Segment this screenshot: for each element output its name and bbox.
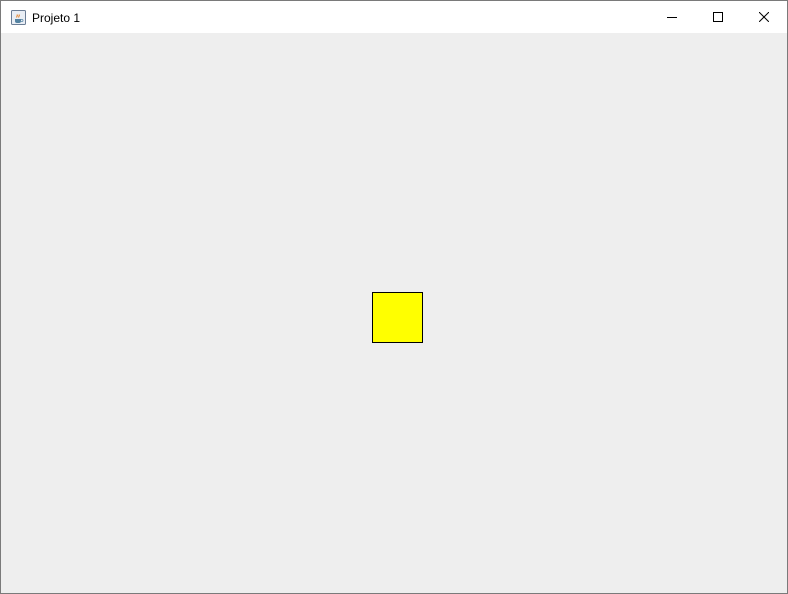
close-button[interactable] xyxy=(741,1,787,33)
drawing-canvas[interactable] xyxy=(1,33,787,593)
java-cup-icon[interactable] xyxy=(11,10,26,25)
close-icon xyxy=(759,12,769,22)
maximize-icon xyxy=(713,12,723,22)
yellow-square xyxy=(372,292,423,343)
maximize-button[interactable] xyxy=(695,1,741,33)
minimize-icon xyxy=(667,12,677,22)
minimize-button[interactable] xyxy=(649,1,695,33)
title-bar[interactable]: Projeto 1 xyxy=(1,1,787,33)
window-title: Projeto 1 xyxy=(32,11,81,25)
application-window: Projeto 1 xyxy=(0,0,788,594)
